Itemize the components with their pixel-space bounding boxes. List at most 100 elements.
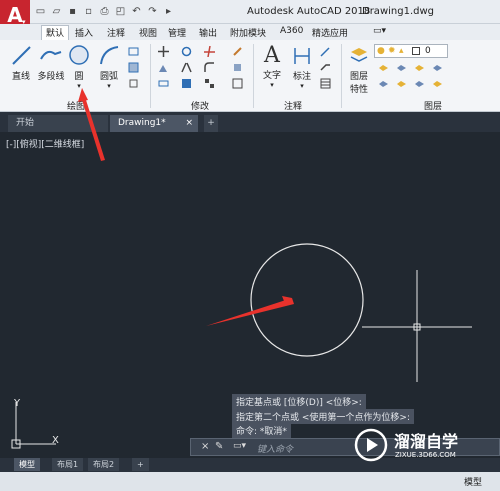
array-icon[interactable] — [204, 78, 215, 89]
layer-tool-icon[interactable] — [378, 78, 389, 89]
leader-style-icon[interactable] — [320, 62, 331, 73]
tab-a360[interactable]: A360 — [280, 26, 303, 36]
status-bar: 模型 — [0, 472, 500, 491]
annotation-arrow-ribbon — [78, 88, 105, 161]
model-space-button[interactable]: 模型 — [464, 475, 482, 488]
watermark-logo-icon — [354, 428, 388, 462]
text-tool[interactable]: A 文字 ▾ — [259, 43, 285, 90]
polyline-label: 多段线 — [37, 72, 65, 82]
layer-dropdown[interactable]: ● ✹ ▴ 0 — [374, 44, 448, 58]
trim-icon[interactable] — [204, 46, 215, 57]
close-icon[interactable]: × — [185, 115, 193, 132]
wrench-icon[interactable]: ✎ — [215, 441, 223, 452]
region-icon[interactable] — [128, 78, 139, 89]
scale-icon[interactable] — [181, 78, 192, 89]
layer-tool-icon[interactable] — [414, 62, 425, 73]
tab-featured-apps[interactable]: 精选应用 — [312, 26, 348, 39]
new-tab-button[interactable]: + — [204, 115, 218, 132]
undo-icon[interactable]: ↶ — [130, 5, 143, 18]
text-icon: A — [264, 43, 280, 68]
hatch-icon[interactable] — [128, 62, 139, 73]
document-tab-bar: 开始 Drawing1* × + — [0, 112, 500, 132]
ribbon-options-icon[interactable]: ▭▾ — [373, 26, 386, 36]
move-icon[interactable] — [158, 46, 169, 57]
layer-tool-icon[interactable] — [396, 62, 407, 73]
open-file-icon[interactable]: ▱ — [50, 5, 63, 18]
circle-icon — [69, 45, 89, 65]
sun-icon[interactable]: ✹ — [388, 46, 396, 56]
tab-layout1[interactable]: 布局1 — [52, 458, 84, 471]
close-icon[interactable]: × — [201, 441, 209, 452]
tab-model[interactable]: 模型 — [14, 458, 40, 471]
dimension-icon — [294, 48, 310, 64]
panel-divider — [341, 44, 342, 108]
layer-color-swatch[interactable] — [412, 47, 420, 55]
panel-divider — [253, 44, 254, 108]
offset-icon[interactable] — [232, 78, 243, 89]
copy-icon[interactable] — [158, 62, 169, 73]
web-icon[interactable]: ◰ — [114, 5, 127, 18]
drawn-circle[interactable] — [250, 243, 364, 357]
layer-tool-icon[interactable] — [414, 78, 425, 89]
mirror-icon[interactable] — [181, 62, 192, 73]
viewport-controls[interactable]: [-][俯视][二维线框] — [6, 137, 84, 150]
layers-panel-label[interactable]: 图层 — [424, 99, 442, 112]
dimension-dropdown-icon[interactable]: ▾ — [289, 82, 315, 90]
layer-tool-icon[interactable] — [432, 62, 443, 73]
text-dropdown-icon[interactable]: ▾ — [259, 81, 285, 89]
dimension-tool[interactable]: 标注 ▾ — [289, 44, 315, 90]
tab-view[interactable]: 视图 — [139, 26, 157, 39]
print-icon[interactable]: ⎙ — [98, 5, 111, 18]
save-icon[interactable]: ▪ — [66, 5, 79, 18]
explode-icon[interactable] — [232, 62, 243, 73]
redo-icon[interactable]: ↷ — [146, 5, 159, 18]
line-tool[interactable]: 直线 — [8, 44, 34, 82]
watermark-url: ZIXUE.3D66.COM — [395, 451, 456, 459]
layer-tool-icon[interactable] — [396, 78, 407, 89]
new-layout-button[interactable]: + — [132, 458, 149, 471]
modify-panel-label[interactable]: 修改 — [191, 99, 209, 112]
arc-icon — [100, 46, 119, 65]
tab-manage[interactable]: 管理 — [168, 26, 186, 39]
rotate-icon[interactable] — [181, 46, 192, 57]
recent-commands-icon[interactable]: ▭▾ — [233, 441, 246, 451]
tab-annotate[interactable]: 注释 — [107, 26, 125, 39]
command-history-line: 指定基点或 [位移(D)] <位移>: — [232, 394, 366, 409]
tab-output[interactable]: 输出 — [199, 26, 217, 39]
watermark-brand: 溜溜自学 — [394, 432, 459, 451]
save-as-icon[interactable]: ▫ — [82, 5, 95, 18]
layer-properties-tool[interactable]: 图层 特性 — [346, 46, 372, 95]
tab-addins[interactable]: 附加模块 — [230, 26, 266, 39]
share-icon[interactable]: ▸ — [162, 5, 175, 18]
tab-layout2[interactable]: 布局2 — [88, 458, 120, 471]
dimension-label: 标注 — [292, 72, 311, 82]
leader-icon[interactable] — [320, 46, 331, 57]
arc-tool[interactable]: 圆弧 ▾ — [96, 44, 122, 90]
erase-icon[interactable] — [232, 46, 243, 57]
watermark: 溜溜自学 ZIXUE.3D66.COM — [350, 424, 500, 466]
new-file-icon[interactable]: ▭ — [34, 5, 47, 18]
tab-drawing1[interactable]: Drawing1* × — [110, 115, 198, 132]
annotate-panel-label[interactable]: 注释 — [284, 99, 302, 112]
layer-tool-icon[interactable] — [378, 62, 389, 73]
command-input[interactable]: 键入命令 — [257, 442, 293, 455]
table-icon[interactable] — [320, 78, 331, 89]
layer-properties-icon — [350, 48, 368, 62]
circle-tool[interactable]: 圆 ▾ — [67, 44, 91, 90]
tab-drawing1-label: Drawing1* — [118, 118, 166, 128]
rectangle-icon[interactable] — [128, 46, 139, 57]
text-label: 文字 — [262, 71, 281, 81]
polyline-icon — [40, 50, 62, 60]
fillet-icon[interactable] — [204, 62, 215, 73]
polyline-tool[interactable]: 多段线 — [36, 44, 66, 82]
ucs-y-label: Y — [14, 398, 21, 409]
lightbulb-icon[interactable]: ● — [377, 46, 385, 56]
command-history-line: 命令: *取消* — [232, 423, 291, 438]
tab-insert[interactable]: 插入 — [75, 26, 93, 39]
stretch-icon[interactable] — [158, 78, 169, 89]
app-title: Autodesk AutoCAD 2018 — [247, 6, 371, 17]
layer-tool-icon[interactable] — [432, 78, 443, 89]
quick-access-toolbar: ▭ ▱ ▪ ▫ ⎙ ◰ ↶ ↷ ▸ — [34, 5, 175, 18]
tab-default[interactable]: 默认 — [41, 25, 70, 40]
lock-icon[interactable]: ▴ — [399, 46, 404, 56]
